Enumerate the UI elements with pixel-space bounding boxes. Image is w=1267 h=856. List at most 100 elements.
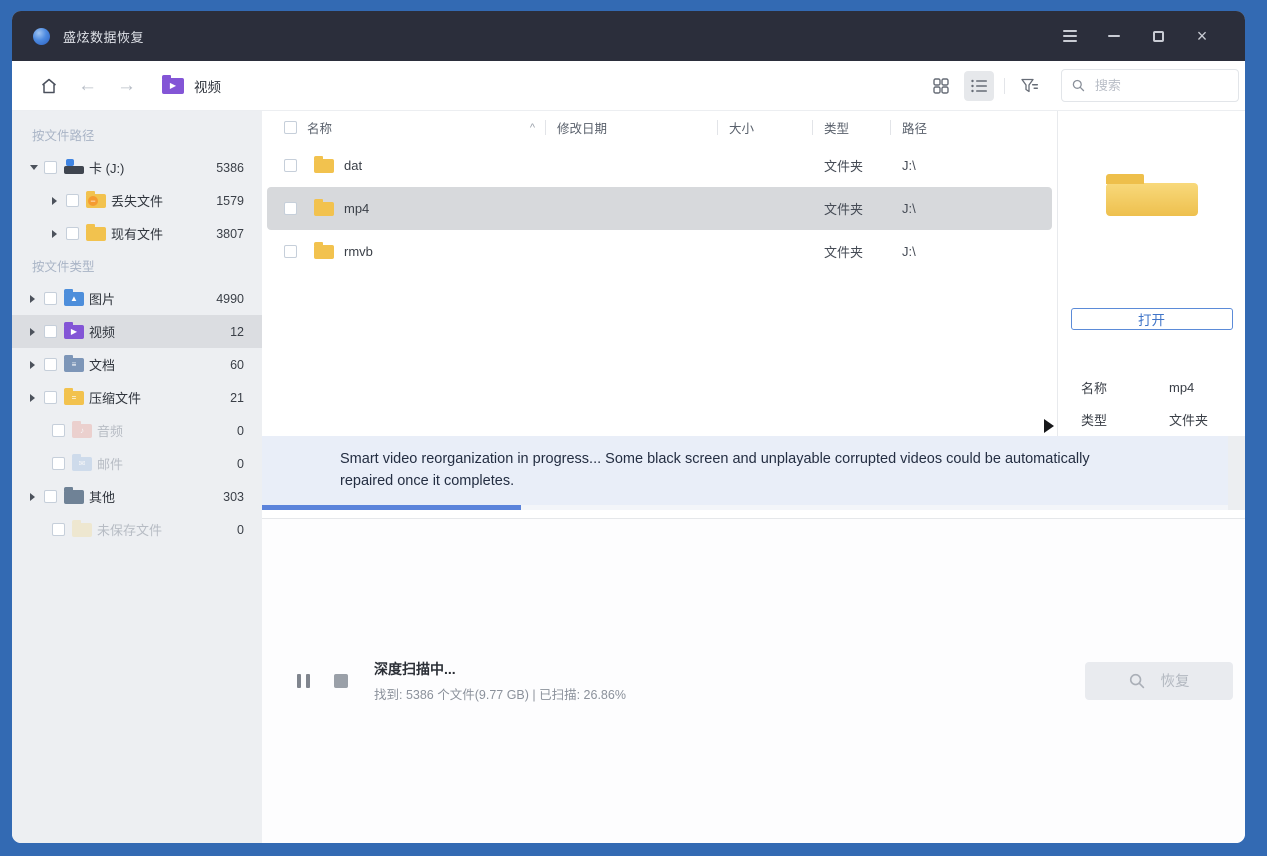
sidebar-item-videos[interactable]: ▶ 视频 12 [12, 315, 262, 348]
checkbox[interactable] [44, 358, 57, 371]
select-all-checkbox[interactable] [284, 121, 297, 134]
checkbox[interactable] [52, 457, 65, 470]
preview-name-label: 名称 [1081, 378, 1143, 397]
maximize-button[interactable] [1143, 21, 1173, 51]
sidebar-item-label: 丢失文件 [111, 191, 216, 210]
sidebar-item-count: 3807 [216, 227, 244, 241]
folder-icon [314, 202, 334, 216]
sidebar-item-label: 卡 (J:) [89, 158, 216, 177]
sidebar-item-label: 音频 [97, 421, 237, 440]
sidebar-item-label: 图片 [89, 289, 216, 308]
folder-icon [314, 245, 334, 259]
checkbox[interactable] [44, 161, 57, 174]
sidebar-item-lost-files[interactable]: − 丢失文件 1579 [12, 184, 262, 217]
menu-button[interactable] [1055, 21, 1085, 51]
sort-ascending-icon[interactable]: ^ [530, 122, 535, 134]
file-row[interactable]: rmvb 文件夹 J:\ [267, 230, 1052, 273]
sidebar-section-by-path: 按文件路径 [12, 121, 262, 151]
pause-button[interactable] [297, 674, 310, 688]
sidebar-item-count: 60 [230, 358, 244, 372]
column-header-path[interactable]: 路径 [890, 111, 1057, 144]
home-button[interactable] [40, 77, 58, 95]
sidebar-item-count: 0 [237, 523, 244, 537]
checkbox[interactable] [52, 424, 65, 437]
column-header-name[interactable]: 名称 ^ [262, 111, 545, 144]
minimize-icon [1108, 35, 1120, 37]
sidebar-item-others[interactable]: 其他 303 [12, 480, 262, 513]
sidebar-item-audio[interactable]: ♪ 音频 0 [12, 414, 262, 447]
filter-icon [1021, 78, 1039, 94]
row-checkbox[interactable] [284, 159, 297, 172]
expander-right-icon[interactable] [52, 230, 66, 238]
breadcrumb[interactable]: ▶ 视频 [162, 76, 221, 96]
app-window: 盛炫数据恢复 × ← → ▶ 视频 [12, 11, 1245, 843]
app-title: 盛炫数据恢复 [63, 27, 144, 46]
checkbox[interactable] [66, 227, 79, 240]
search-input[interactable] [1095, 78, 1228, 93]
row-checkbox[interactable] [284, 202, 297, 215]
forward-arrow-icon: → [117, 75, 136, 97]
recover-button[interactable]: 恢复 [1085, 662, 1233, 700]
back-button[interactable]: ← [78, 75, 97, 97]
column-header-type[interactable]: 类型 [812, 111, 890, 144]
sidebar-item-label: 现有文件 [111, 224, 216, 243]
sidebar-item-archives[interactable]: = 压缩文件 21 [12, 381, 262, 414]
checkbox[interactable] [44, 325, 57, 338]
expander-right-icon[interactable] [52, 197, 66, 205]
filter-button[interactable] [1015, 71, 1045, 101]
minimize-button[interactable] [1099, 21, 1129, 51]
column-header-size[interactable]: 大小 [717, 111, 812, 144]
sidebar-item-existing-files[interactable]: 现有文件 3807 [12, 217, 262, 250]
collapse-preview-arrow-icon[interactable] [1044, 419, 1054, 433]
checkbox[interactable] [44, 292, 57, 305]
file-name: mp4 [344, 201, 369, 216]
sidebar-section-by-type: 按文件类型 [12, 252, 262, 282]
expander-right-icon[interactable] [30, 394, 44, 402]
sidebar-item-drive-j[interactable]: 卡 (J:) 5386 [12, 151, 262, 184]
list-view-button[interactable] [964, 71, 994, 101]
sidebar-item-unsaved-files[interactable]: 未保存文件 0 [12, 513, 262, 546]
close-button[interactable]: × [1187, 21, 1217, 51]
sidebar-item-count: 303 [223, 490, 244, 504]
sidebar-item-count: 12 [230, 325, 244, 339]
file-type: 文件夹 [812, 199, 890, 218]
expander-right-icon[interactable] [30, 328, 44, 336]
table-header: 名称 ^ 修改日期 大小 类型 路径 [262, 111, 1057, 144]
forward-button[interactable]: → [117, 75, 136, 97]
videos-folder-icon: ▶ [64, 325, 84, 339]
notification-banner: Smart video reorganization in progress..… [262, 436, 1228, 510]
app-logo-icon [33, 28, 50, 45]
navigation-toolbar: ← → ▶ 视频 [12, 61, 1245, 111]
sidebar-item-count: 1579 [216, 194, 244, 208]
file-row-selected[interactable]: mp4 文件夹 J:\ [267, 187, 1052, 230]
sidebar-item-pictures[interactable]: ▲ 图片 4990 [12, 282, 262, 315]
checkbox[interactable] [52, 523, 65, 536]
sidebar-item-count: 5386 [216, 161, 244, 175]
stop-button[interactable] [334, 674, 348, 688]
expander-right-icon[interactable] [30, 361, 44, 369]
sidebar-item-label: 其他 [89, 487, 223, 506]
sidebar-item-count: 0 [237, 424, 244, 438]
drive-icon [64, 166, 84, 174]
checkbox[interactable] [44, 391, 57, 404]
file-row[interactable]: dat 文件夹 J:\ [267, 144, 1052, 187]
grid-view-button[interactable] [926, 71, 956, 101]
grid-view-icon [933, 78, 949, 94]
open-button[interactable]: 打开 [1071, 308, 1233, 330]
expander-down-icon[interactable] [30, 165, 44, 170]
checkbox[interactable] [66, 194, 79, 207]
expander-right-icon[interactable] [30, 493, 44, 501]
expander-right-icon[interactable] [30, 295, 44, 303]
file-path: J:\ [890, 201, 1052, 216]
recover-search-icon [1129, 673, 1145, 689]
checkbox[interactable] [44, 490, 57, 503]
sidebar-item-label: 视频 [89, 322, 230, 341]
file-list: 名称 ^ 修改日期 大小 类型 路径 dat [262, 111, 1057, 436]
scan-status-title: 深度扫描中... [374, 659, 626, 679]
sidebar-item-documents[interactable]: ≡ 文档 60 [12, 348, 262, 381]
folder-icon [314, 159, 334, 173]
sidebar-item-email[interactable]: ✉ 邮件 0 [12, 447, 262, 480]
column-header-modified[interactable]: 修改日期 [545, 111, 717, 144]
row-checkbox[interactable] [284, 245, 297, 258]
unsaved-folder-icon [72, 523, 92, 537]
